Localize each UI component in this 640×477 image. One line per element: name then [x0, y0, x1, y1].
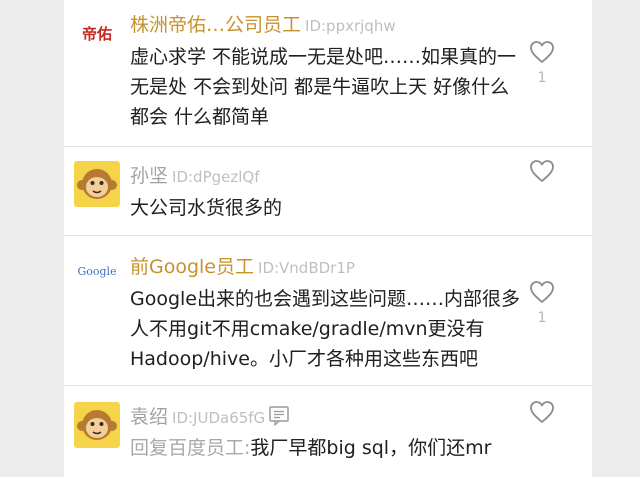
comment-feed: 帝佑 株洲帝佑…公司员工 ID:ppxrjqhw 虚心求学 不能说成一无是处吧……: [64, 0, 592, 477]
id-card-icon[interactable]: [269, 406, 291, 430]
comment-text: 虚心求学 不能说成一无是处吧……如果真的一无是处 不会到处问 都是牛逼吹上天 好…: [130, 46, 517, 128]
username[interactable]: 前Google员工: [130, 252, 254, 279]
username[interactable]: 株洲帝佑…公司员工: [130, 10, 301, 37]
comment-item: 帝佑 株洲帝佑…公司员工 ID:ppxrjqhw 虚心求学 不能说成一无是处吧……: [64, 0, 592, 147]
reply-text: 回复百度员工:我厂早都big sql，你们还mr: [130, 434, 530, 462]
comment-header: 袁绍 ID:JUDa65fG: [130, 402, 291, 429]
like-button[interactable]: [529, 159, 555, 183]
like-count: 1: [537, 70, 547, 86]
like-button[interactable]: [529, 280, 555, 304]
company-logo-avatar[interactable]: 帝佑: [74, 10, 120, 56]
comment-item: 袁绍 ID:JUDa65fG 回复百度员工:我厂早都big sql，你们还mr: [64, 386, 592, 477]
user-id: ID:ppxrjqhw: [305, 17, 396, 35]
comment-text: 大公司水货很多的: [130, 197, 283, 219]
like-count: 1: [537, 310, 547, 326]
username[interactable]: 孙坚: [130, 161, 168, 188]
heart-outline-icon: [530, 160, 554, 182]
logo-text: 帝佑: [81, 24, 112, 43]
avatar[interactable]: [74, 161, 120, 207]
heart-outline-icon: [530, 281, 554, 303]
comment-text: Google出来的也会遇到这些问题……内部很多人不用git不用cmake/gra…: [130, 288, 521, 370]
comment-header: 株洲帝佑…公司员工 ID:ppxrjqhw: [130, 10, 396, 37]
heart-outline-icon: [530, 41, 554, 63]
user-id: ID:JUDa65fG: [172, 409, 266, 427]
reply-prefix[interactable]: 回复百度员工:: [130, 437, 250, 459]
monkey-avatar-icon: [74, 161, 120, 207]
like-button[interactable]: [529, 40, 555, 64]
page-margin: [592, 0, 640, 477]
comment-text: 我厂早都big sql，你们还mr: [250, 437, 492, 459]
heart-outline-icon: [530, 401, 554, 423]
avatar[interactable]: [74, 402, 120, 448]
logo-text: Google: [77, 264, 117, 278]
monkey-avatar-icon: [74, 402, 120, 448]
username[interactable]: 袁绍: [130, 402, 168, 429]
user-id: ID:dPgezlQf: [172, 168, 260, 186]
comment-header: 孙坚 ID:dPgezlQf: [130, 161, 260, 188]
company-logo-avatar[interactable]: Google: [74, 248, 120, 294]
comment-item: 孙坚 ID:dPgezlQf 大公司水货很多的: [64, 147, 592, 236]
comment-header: 前Google员工 ID:VndBDr1P: [130, 252, 355, 279]
comment-item: Google 前Google员工 ID:VndBDr1P Google出来的也会…: [64, 236, 592, 386]
user-id: ID:VndBDr1P: [258, 259, 355, 277]
like-button[interactable]: [529, 400, 555, 424]
